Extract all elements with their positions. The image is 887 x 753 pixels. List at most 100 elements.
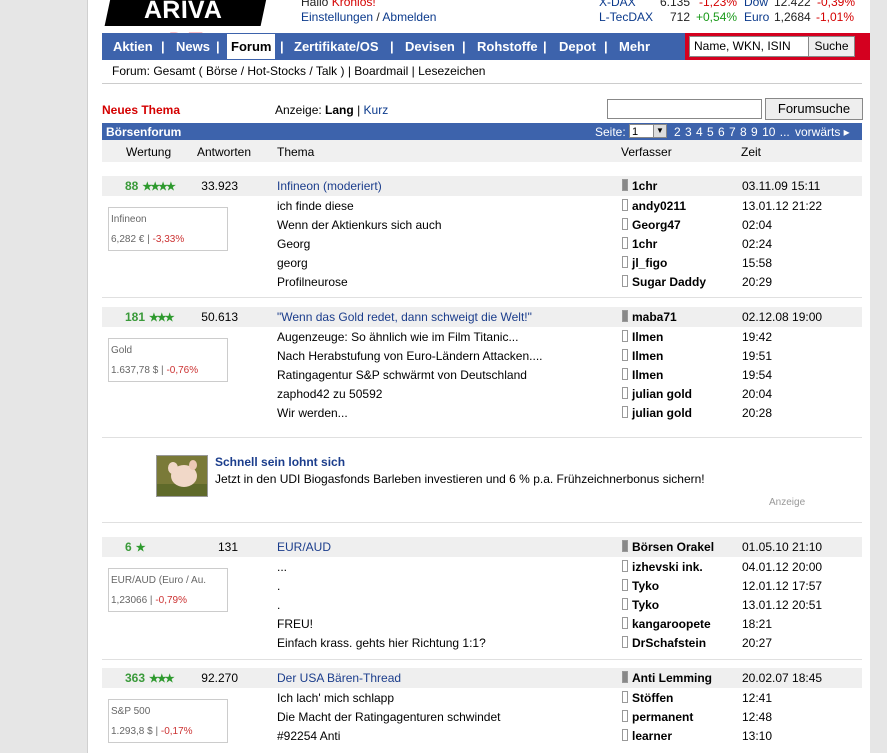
nav-devisen[interactable]: Devisen — [405, 33, 455, 60]
author-name[interactable]: Sugar Daddy — [632, 275, 706, 289]
post-text-link[interactable]: . — [277, 579, 280, 593]
post-author[interactable]: Georg47 — [622, 218, 681, 232]
post-text-link[interactable]: ... — [277, 560, 287, 574]
ticker-name[interactable]: Euro — [744, 10, 769, 24]
forum-search-button[interactable]: Forumsuche — [765, 98, 863, 120]
forum-search-input[interactable] — [607, 99, 762, 119]
ad-text[interactable]: Jetzt in den UDI Biogasfonds Barleben in… — [215, 472, 705, 486]
ariva-logo[interactable]: ARIVA.DE — [104, 0, 268, 56]
quote-box[interactable]: S&P 500 1.293,8 $ | -0,17% — [108, 699, 228, 743]
col-thema[interactable]: Thema — [277, 145, 314, 159]
page-select[interactable]: 1 ▼ — [629, 124, 667, 138]
author-name[interactable]: kangaroopete — [632, 617, 711, 631]
post-author[interactable]: Ilmen — [622, 349, 663, 363]
thread-title-link[interactable]: "Wenn das Gold redet, dann schweigt die … — [277, 310, 532, 324]
thread-author[interactable]: Börsen Orakel — [622, 540, 714, 554]
post-author[interactable]: kangaroopete — [622, 617, 711, 631]
post-text-link[interactable]: georg — [277, 256, 308, 270]
quote-name[interactable]: EUR/AUD (Euro / Au. — [111, 575, 206, 586]
author-name[interactable]: Börsen Orakel — [632, 540, 714, 554]
author-name[interactable]: Stöffen — [632, 691, 673, 705]
col-wertung[interactable]: Wertung — [126, 145, 171, 159]
post-author[interactable]: Stöffen — [622, 691, 673, 705]
quote-box[interactable]: Gold 1.637,78 $ | -0,76% — [108, 338, 228, 382]
nav-rohstoffe[interactable]: Rohstoffe — [477, 33, 538, 60]
post-text-link[interactable]: zaphod42 zu 50592 — [277, 387, 382, 401]
author-name[interactable]: jl_figo — [632, 256, 667, 270]
post-text-link[interactable]: FREU! — [277, 617, 313, 631]
ticker-name[interactable]: X-DAX — [599, 0, 636, 9]
author-name[interactable]: Tyko — [632, 579, 659, 593]
next-page-link[interactable]: vorwärts ▸ — [795, 125, 850, 139]
author-name[interactable]: Georg47 — [632, 218, 681, 232]
quote-name[interactable]: Gold — [111, 345, 132, 356]
author-name[interactable]: DrSchafstein — [632, 636, 706, 650]
nav-news[interactable]: News — [176, 33, 210, 60]
display-short-link[interactable]: Kurz — [364, 103, 389, 117]
author-name[interactable]: 1chr — [632, 237, 657, 251]
thread-author[interactable]: maba71 — [622, 310, 677, 324]
post-author[interactable]: Tyko — [622, 579, 659, 593]
post-author[interactable]: Ilmen — [622, 330, 663, 344]
thread-author[interactable]: Anti Lemming — [622, 671, 712, 685]
post-author[interactable]: Ilmen — [622, 368, 663, 382]
post-author[interactable]: Sugar Daddy — [622, 275, 706, 289]
author-name[interactable]: maba71 — [632, 310, 677, 324]
post-author[interactable]: julian gold — [622, 406, 692, 420]
nav-depot[interactable]: Depot — [559, 33, 596, 60]
post-author[interactable]: julian gold — [622, 387, 692, 401]
thread-title-link[interactable]: EUR/AUD — [277, 540, 331, 554]
user-name-link[interactable]: Kronios! — [332, 0, 376, 9]
search-input[interactable]: Name, WKN, ISIN — [689, 36, 814, 57]
window-scrollbar[interactable] — [870, 0, 887, 753]
post-text-link[interactable]: Ich lach' mich schlapp — [277, 691, 394, 705]
author-name[interactable]: julian gold — [632, 406, 692, 420]
author-name[interactable]: permanent — [632, 710, 693, 724]
author-name[interactable]: Tyko — [632, 598, 659, 612]
post-text-link[interactable]: #92254 Anti — [277, 729, 340, 743]
quote-name[interactable]: S&P 500 — [111, 706, 150, 717]
author-name[interactable]: Ilmen — [632, 330, 663, 344]
author-name[interactable]: julian gold — [632, 387, 692, 401]
post-text-link[interactable]: Profilneurose — [277, 275, 348, 289]
thread-author[interactable]: 1chr — [622, 179, 657, 193]
author-name[interactable]: learner — [632, 729, 672, 743]
thread-title-link[interactable]: Der USA Bären-Thread — [277, 671, 401, 685]
post-text-link[interactable]: Augenzeuge: So ähnlich wie im Film Titan… — [277, 330, 518, 344]
ad-title[interactable]: Schnell sein lohnt sich — [215, 455, 345, 469]
post-text-link[interactable]: ich finde diese — [277, 199, 354, 213]
author-name[interactable]: Ilmen — [632, 368, 663, 382]
logout-link[interactable]: Abmelden — [382, 10, 436, 24]
post-text-link[interactable]: Ratingagentur S&P schwärmt von Deutschla… — [277, 368, 527, 382]
page-links[interactable]: 2 3 4 5 6 7 8 9 10 ... — [674, 125, 790, 139]
display-long[interactable]: Lang — [325, 103, 354, 117]
post-author[interactable]: DrSchafstein — [622, 636, 706, 650]
post-text-link[interactable]: Georg — [277, 237, 310, 251]
col-verfasser[interactable]: Verfasser — [621, 145, 672, 159]
post-author[interactable]: learner — [622, 729, 672, 743]
ticker-name[interactable]: Dow — [744, 0, 768, 9]
post-author[interactable]: izhevski ink. — [622, 560, 703, 574]
post-text-link[interactable]: Die Macht der Ratingagenturen schwindet — [277, 710, 500, 724]
author-name[interactable]: Anti Lemming — [632, 671, 712, 685]
author-name[interactable]: izhevski ink. — [632, 560, 703, 574]
author-name[interactable]: andy0211 — [632, 199, 686, 213]
quote-box[interactable]: Infineon 6,282 € | -3,33% — [108, 207, 228, 251]
new-topic-link[interactable]: Neues Thema — [102, 103, 180, 117]
quote-box[interactable]: EUR/AUD (Euro / Au. 1,23066 | -0,79% — [108, 568, 228, 612]
post-author[interactable]: Tyko — [622, 598, 659, 612]
nav-mehr[interactable]: Mehr — [619, 33, 650, 60]
quote-name[interactable]: Infineon — [111, 214, 147, 225]
search-button[interactable]: Suche — [808, 36, 855, 57]
ad-image[interactable] — [156, 455, 208, 497]
post-text-link[interactable]: Einfach krass. gehts hier Richtung 1:1? — [277, 636, 486, 650]
col-zeit[interactable]: Zeit — [741, 145, 761, 159]
nav-aktien[interactable]: Aktien — [113, 33, 153, 60]
thread-title-link[interactable]: Infineon (moderiert) — [277, 179, 382, 193]
nav-forum[interactable]: Forum — [226, 33, 277, 60]
post-author[interactable]: 1chr — [622, 237, 657, 251]
nav-zertifikate[interactable]: Zertifikate/OS — [294, 33, 379, 60]
post-author[interactable]: jl_figo — [622, 256, 667, 270]
author-name[interactable]: 1chr — [632, 179, 657, 193]
settings-link[interactable]: Einstellungen — [301, 10, 373, 24]
